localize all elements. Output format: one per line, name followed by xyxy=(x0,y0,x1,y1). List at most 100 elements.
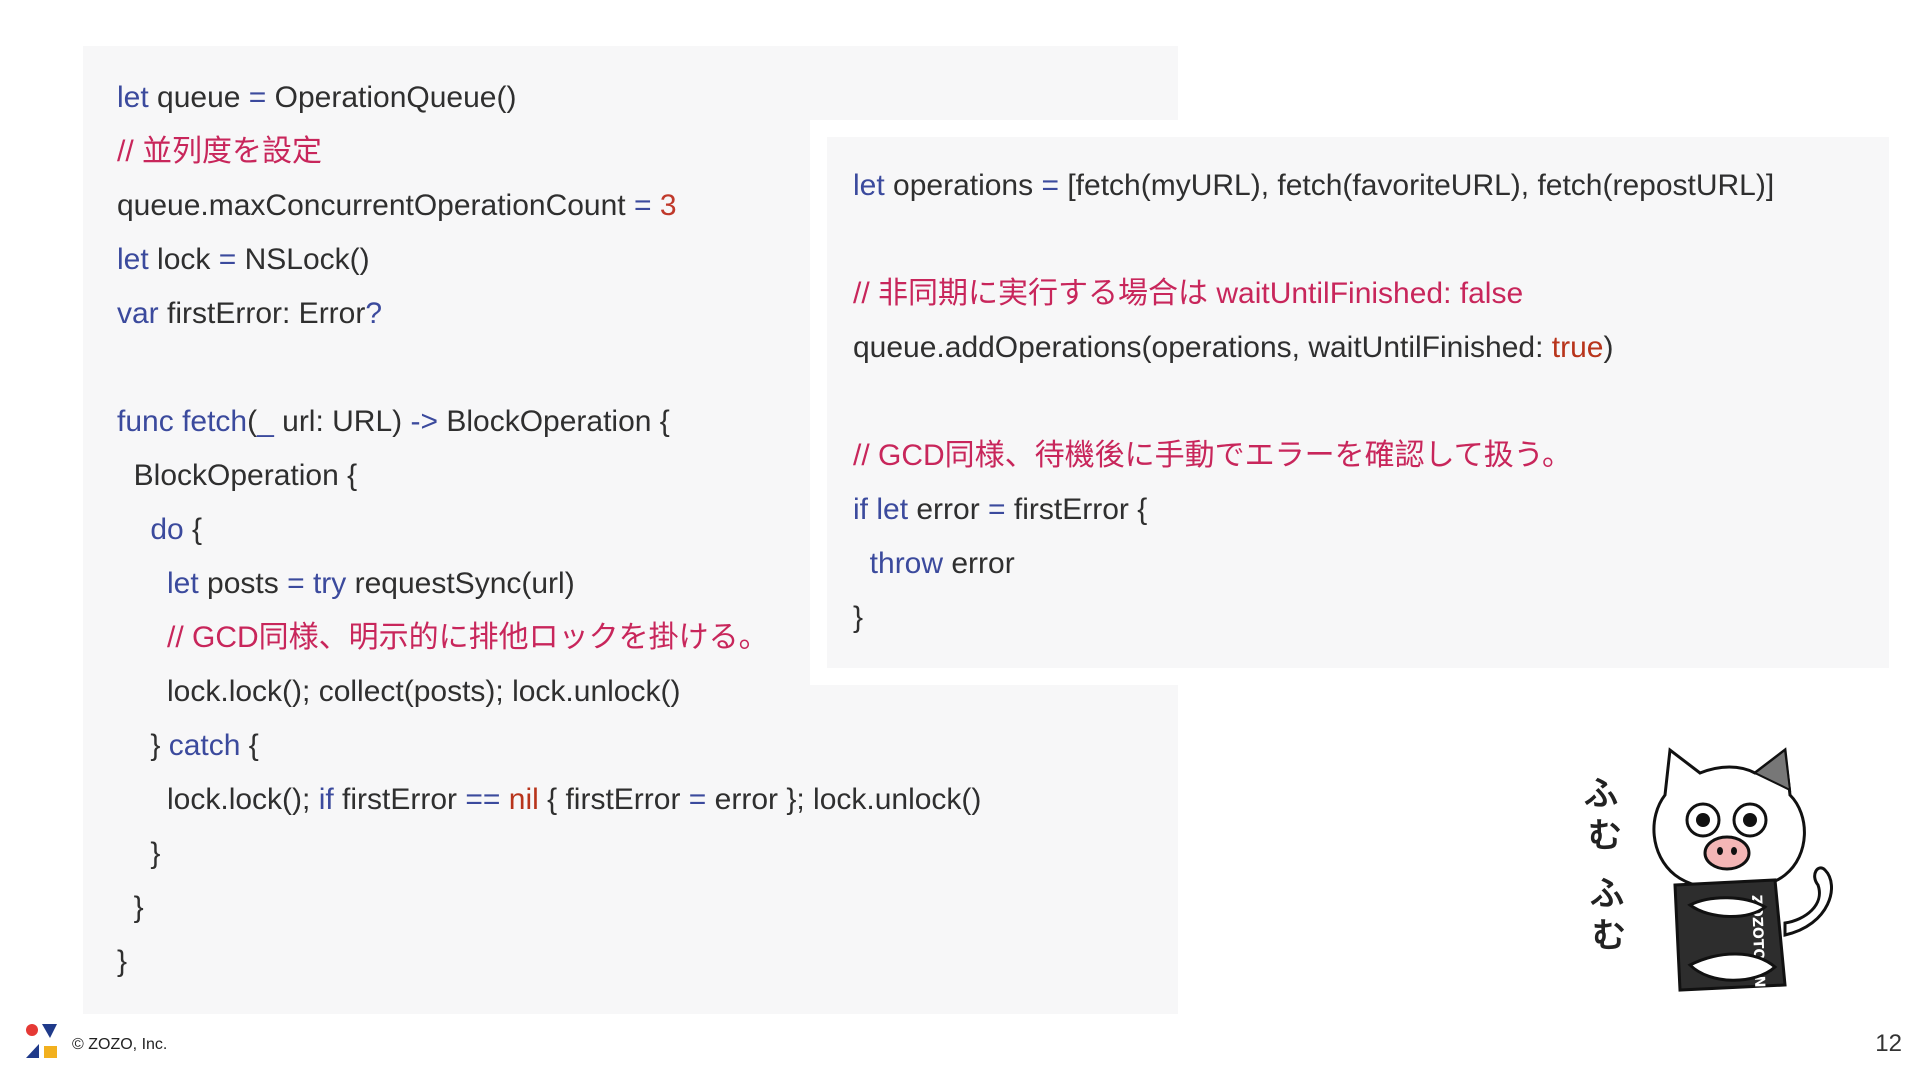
code-token: var xyxy=(117,297,159,330)
code-line: var firstError: Error? xyxy=(117,287,981,341)
code-token: true xyxy=(1551,331,1604,364)
code-line: let operations = [fetch(myURL), fetch(fa… xyxy=(853,159,1774,213)
code-token: = xyxy=(248,81,267,114)
code-token: ( xyxy=(247,405,258,438)
code-token: == xyxy=(465,783,501,816)
code-line: // GCD同様、明示的に排他ロックを掛ける。 xyxy=(117,611,981,665)
code-token: if xyxy=(318,783,334,816)
code-line: } catch { xyxy=(117,719,981,773)
page-number: 12 xyxy=(1875,1030,1902,1057)
code-token: { firstError xyxy=(538,783,689,816)
code-token: queue.addOperations(operations, waitUnti… xyxy=(853,331,1552,364)
code-line: let queue = OperationQueue() xyxy=(117,71,981,125)
code-token: posts xyxy=(198,567,288,600)
cat-mascot-illustration: ふ む ふ む ZOZOTOWN xyxy=(1584,747,1833,992)
code-token: if xyxy=(853,493,868,526)
code-token: = xyxy=(287,567,305,600)
code-token: 3 xyxy=(659,189,677,222)
code-token: { xyxy=(183,513,203,546)
code-token: // GCD同様、明示的に排他ロックを掛ける。 xyxy=(167,621,769,654)
code-token: let xyxy=(117,81,149,114)
code-token: BlockOperation { xyxy=(117,459,358,492)
code-line: BlockOperation { xyxy=(117,449,981,503)
code-token: = xyxy=(218,243,237,276)
code-token: let xyxy=(853,169,885,202)
code-token: try xyxy=(312,567,347,600)
code-line: queue.addOperations(operations, waitUnti… xyxy=(853,321,1774,375)
code-token: } xyxy=(117,891,144,924)
code-token: lock.lock(); xyxy=(117,783,319,816)
code-block-add-operations: let operations = [fetch(myURL), fetch(fa… xyxy=(853,159,1774,645)
code-line: // 並列度を設定 xyxy=(117,125,981,179)
code-line: do { xyxy=(117,503,981,557)
code-token: _ xyxy=(257,405,274,438)
code-line: // GCD同様、待機後に手動でエラーを確認して扱う。 xyxy=(853,429,1774,483)
code-token: } xyxy=(853,601,864,634)
mascot-caption-2: む xyxy=(1588,816,1622,856)
code-line: } xyxy=(117,827,981,881)
code-token: = xyxy=(688,783,707,816)
code-token: = xyxy=(1041,169,1059,202)
code-token: } xyxy=(117,837,161,870)
code-token: // GCD同様、待機後に手動でエラーを確認して扱う。 xyxy=(853,439,1572,472)
code-line: } xyxy=(853,591,1774,645)
code-token: operations xyxy=(884,169,1042,202)
code-token: OperationQueue() xyxy=(266,81,517,114)
code-token: firstError: Error xyxy=(158,297,366,330)
code-line: let posts = try requestSync(url) xyxy=(117,557,981,611)
code-line: func fetch(_ url: URL) -> BlockOperation… xyxy=(117,395,981,449)
code-token: } xyxy=(117,945,128,978)
code-token: error xyxy=(943,547,1015,580)
code-line: // 非同期に実行する場合は waitUntilFinished: false xyxy=(853,267,1774,321)
code-token: throw xyxy=(869,547,944,580)
code-token: requestSync(url) xyxy=(346,567,575,600)
code-token: url: URL) xyxy=(273,405,411,438)
code-line: let lock = NSLock() xyxy=(117,233,981,287)
code-token: lock.lock(); collect(posts); lock.unlock… xyxy=(117,675,681,708)
code-token: let xyxy=(167,567,199,600)
code-token: -> xyxy=(410,405,438,438)
code-token: firstError xyxy=(333,783,466,816)
code-token: { xyxy=(240,729,259,762)
code-token: NSLock() xyxy=(236,243,370,276)
code-token: [fetch(myURL), fetch(favoriteURL), fetch… xyxy=(1059,169,1775,202)
code-token: let xyxy=(876,493,909,526)
code-token: queue xyxy=(148,81,249,114)
code-token: error xyxy=(908,493,989,526)
code-token: = xyxy=(633,189,652,222)
code-token: ) xyxy=(1603,331,1614,364)
code-token: do xyxy=(150,513,184,546)
code-token: lock xyxy=(148,243,219,276)
code-token: // 並列度を設定 xyxy=(117,135,323,168)
code-token: nil xyxy=(508,783,539,816)
code-token: fetch xyxy=(182,405,248,438)
copyright-text: © ZOZO, Inc. xyxy=(72,1036,168,1053)
code-line: lock.lock(); collect(posts); lock.unlock… xyxy=(117,665,981,719)
zozo-logo-icon xyxy=(26,1024,57,1058)
code-token: // 非同期に実行する場合は waitUntilFinished: false xyxy=(853,277,1524,310)
code-line: lock.lock(); if firstError == nil { firs… xyxy=(117,773,981,827)
mascot-caption-1: ふ xyxy=(1584,774,1618,814)
code-token: firstError { xyxy=(1005,493,1148,526)
code-block-operation-queue: let queue = OperationQueue() // 並列度を設定 que… xyxy=(117,71,981,989)
code-token: } xyxy=(117,729,169,762)
code-token: queue.maxConcurrentOperationCount xyxy=(117,189,634,222)
code-token: catch xyxy=(168,729,241,762)
code-token: ? xyxy=(365,297,383,330)
code-token: = xyxy=(988,493,1006,526)
code-line: throw error xyxy=(853,537,1774,591)
code-line: queue.maxConcurrentOperationCount = 3 xyxy=(117,179,981,233)
code-token: let xyxy=(117,243,149,276)
code-token: error }; lock.unlock() xyxy=(706,783,982,816)
code-token: func xyxy=(117,405,174,438)
